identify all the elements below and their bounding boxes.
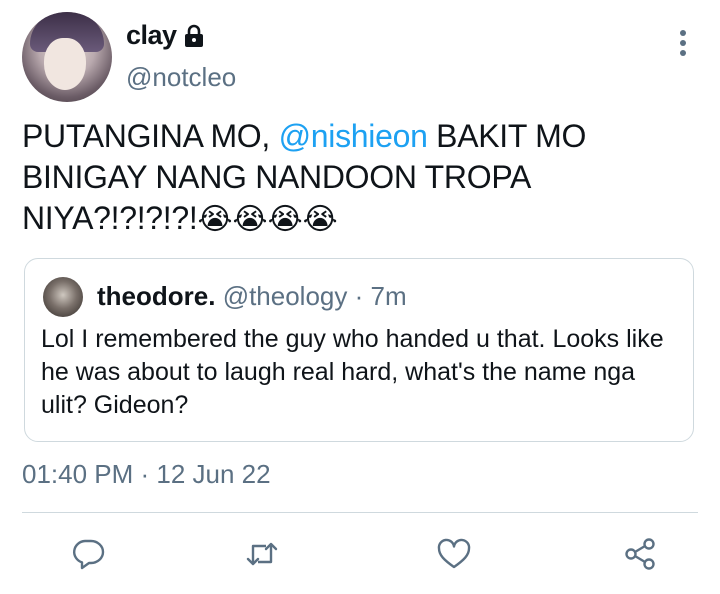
share-icon: [625, 538, 655, 570]
author-name-row[interactable]: clay: [126, 20, 205, 51]
reply-button[interactable]: [70, 536, 106, 572]
quoted-author-name: theodore.: [97, 281, 216, 311]
actions-divider: [22, 512, 698, 513]
quoted-tweet-text: Lol I remembered the guy who handed u th…: [41, 325, 664, 419]
avatar-face: [44, 38, 86, 90]
quoted-tweet[interactable]: theodore. @theology · 7m Lol I remembere…: [24, 258, 694, 442]
author-avatar[interactable]: [22, 12, 112, 102]
quoted-tweet-time: · 7m: [354, 281, 407, 311]
tweet-text: PUTANGINA MO, @nishieon BAKIT MO BINIGAY…: [22, 116, 682, 240]
lock-icon: [183, 24, 205, 48]
reply-icon: [73, 539, 105, 570]
author-name[interactable]: clay: [126, 20, 177, 51]
tweet-timestamp[interactable]: 01:40 PM · 12 Jun 22: [22, 459, 271, 490]
mention-link[interactable]: @nishieon: [279, 118, 428, 154]
author-handle[interactable]: @notcleo: [126, 62, 236, 93]
quoted-author-avatar: [43, 277, 83, 317]
tweet-text-start: PUTANGINA MO,: [22, 118, 279, 154]
retweet-icon: [246, 542, 278, 566]
more-options-icon[interactable]: [672, 28, 694, 58]
share-button[interactable]: [622, 536, 658, 572]
heart-icon: [437, 538, 471, 569]
retweet-button[interactable]: [244, 536, 280, 572]
crying-emoji: 😭😭😭😭: [197, 202, 338, 237]
like-button[interactable]: [436, 536, 472, 572]
quoted-author-handle: @theology: [222, 281, 348, 311]
quoted-tweet-header: theodore. @theology · 7m: [97, 281, 407, 312]
